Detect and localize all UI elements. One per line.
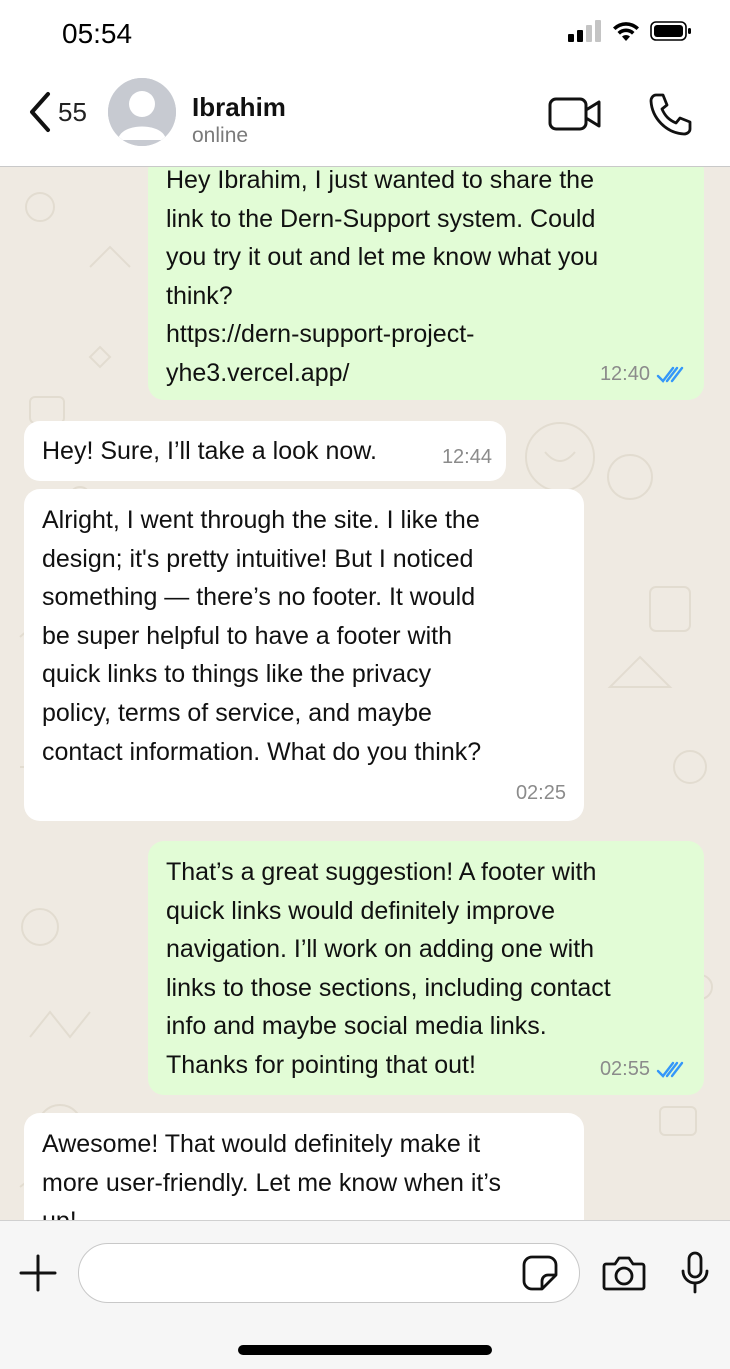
message-text: Alright, I went through the site. I like…: [42, 506, 482, 766]
signal-icon: [568, 20, 601, 42]
avatar[interactable]: [108, 78, 176, 146]
message-text: Awesome! That would definitely make it m…: [42, 1130, 501, 1220]
status-bar: 05:54: [0, 0, 730, 68]
attach-button[interactable]: [18, 1253, 58, 1298]
battery-icon: [650, 21, 691, 41]
message-time: 12:44: [441, 446, 492, 469]
back-button[interactable]: 55: [24, 90, 87, 134]
message-bubble-incoming[interactable]: Awesome! That would definitely make it m…: [24, 1113, 584, 1220]
double-check-icon: [656, 1061, 684, 1078]
message-bubble-outgoing[interactable]: Hey Ibrahim, I just wanted to share the …: [148, 167, 704, 400]
message-bubble-incoming[interactable]: Alright, I went through the site. I like…: [24, 489, 584, 821]
message-text: Hey! Sure, I’ll take a look now.: [42, 437, 377, 465]
microphone-button[interactable]: [680, 1251, 710, 1300]
sticker-button[interactable]: [522, 1255, 558, 1296]
voice-call-button[interactable]: [648, 92, 692, 141]
message-bubble-incoming[interactable]: Hey! Sure, I’ll take a look now. 12:44: [24, 421, 506, 481]
camera-icon: [602, 1256, 646, 1291]
message-time: 02:25: [515, 782, 566, 805]
wifi-icon: [613, 22, 639, 41]
home-indicator[interactable]: [238, 1345, 492, 1355]
message-meta: 12:44: [442, 438, 492, 477]
chat-area[interactable]: Hey Ibrahim, I just wanted to share the …: [0, 167, 730, 1220]
sticker-icon: [522, 1255, 558, 1291]
message-time: 12:40: [599, 363, 650, 386]
contact-status: online: [192, 124, 249, 147]
status-icons: [568, 20, 692, 42]
back-chevron-icon: [30, 92, 50, 132]
video-call-icon: [548, 97, 601, 131]
video-call-button[interactable]: [548, 96, 602, 137]
message-bubble-outgoing[interactable]: That’s a great suggestion! A footer with…: [148, 841, 704, 1095]
double-check-icon: [656, 366, 684, 383]
contact-name[interactable]: Ibrahim: [192, 92, 286, 123]
plus-icon: [19, 1254, 57, 1292]
phone-icon: [649, 93, 692, 136]
unread-count: 55: [58, 96, 87, 127]
message-meta: 02:25: [516, 774, 566, 813]
camera-button[interactable]: [602, 1255, 646, 1296]
message-meta: 02:55: [600, 1050, 686, 1089]
avatar-placeholder-icon: [108, 78, 176, 146]
composer-bar: [0, 1220, 730, 1369]
microphone-icon: [681, 1251, 709, 1294]
status-time: 05:54: [62, 18, 133, 49]
message-input[interactable]: [78, 1243, 580, 1303]
chat-header: 55 Ibrahim online: [0, 68, 730, 167]
message-time: 02:55: [599, 1058, 650, 1081]
message-meta: 12:40: [600, 355, 686, 394]
